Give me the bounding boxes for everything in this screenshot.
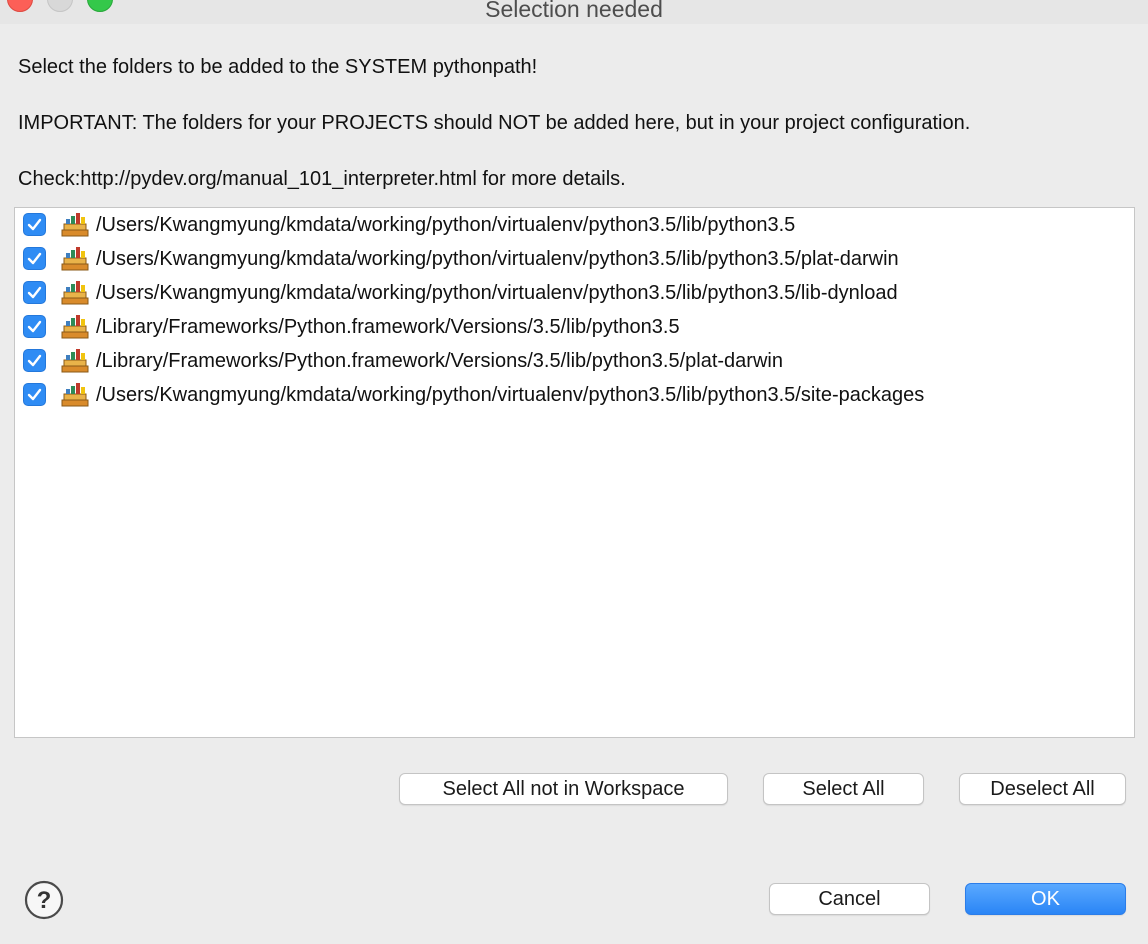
list-item[interactable]: /Users/Kwangmyung/kmdata/working/python/… — [15, 378, 1134, 412]
folder-path: /Users/Kwangmyung/kmdata/working/python/… — [96, 384, 925, 406]
folder-path: /Users/Kwangmyung/kmdata/working/python/… — [96, 282, 898, 304]
title-bar: Selection needed — [0, 0, 1148, 24]
folder-path: /Users/Kwangmyung/kmdata/working/python/… — [96, 248, 899, 270]
ok-button[interactable]: OK — [965, 883, 1126, 915]
cancel-button[interactable]: Cancel — [769, 883, 930, 915]
folder-checkbox[interactable] — [23, 383, 46, 406]
folder-checkbox[interactable] — [23, 349, 46, 372]
python-library-folder-icon — [61, 315, 89, 339]
svg-text:?: ? — [37, 887, 52, 914]
folder-list[interactable]: /Users/Kwangmyung/kmdata/working/python/… — [14, 207, 1135, 738]
folder-checkbox[interactable] — [23, 247, 46, 270]
folder-checkbox[interactable] — [23, 213, 46, 236]
important-note-text: IMPORTANT: The folders for your PROJECTS… — [18, 112, 971, 134]
select-all-button[interactable]: Select All — [763, 773, 924, 805]
list-item[interactable]: /Library/Frameworks/Python.framework/Ver… — [15, 310, 1134, 344]
list-item[interactable]: /Users/Kwangmyung/kmdata/working/python/… — [15, 208, 1134, 242]
list-item[interactable]: /Users/Kwangmyung/kmdata/working/python/… — [15, 276, 1134, 310]
python-library-folder-icon — [61, 213, 89, 237]
folder-checkbox[interactable] — [23, 281, 46, 304]
list-item[interactable]: /Users/Kwangmyung/kmdata/working/python/… — [15, 242, 1134, 276]
folder-checkbox[interactable] — [23, 315, 46, 338]
deselect-all-button[interactable]: Deselect All — [959, 773, 1126, 805]
details-link-text: Check:http://pydev.org/manual_101_interp… — [18, 168, 626, 190]
folder-path: /Library/Frameworks/Python.framework/Ver… — [96, 316, 680, 338]
selection-dialog: Selection needed Select the folders to b… — [0, 0, 1148, 944]
folder-path: /Users/Kwangmyung/kmdata/working/python/… — [96, 214, 796, 236]
folder-path: /Library/Frameworks/Python.framework/Ver… — [96, 350, 783, 372]
python-library-folder-icon — [61, 349, 89, 373]
list-item[interactable]: /Library/Frameworks/Python.framework/Ver… — [15, 344, 1134, 378]
python-library-folder-icon — [61, 281, 89, 305]
help-icon[interactable]: ? — [24, 880, 64, 920]
python-library-folder-icon — [61, 383, 89, 407]
instruction-text: Select the folders to be added to the SY… — [18, 56, 538, 78]
select-all-not-in-workspace-button[interactable]: Select All not in Workspace — [399, 773, 728, 805]
window-title: Selection needed — [485, 0, 663, 22]
python-library-folder-icon — [61, 247, 89, 271]
